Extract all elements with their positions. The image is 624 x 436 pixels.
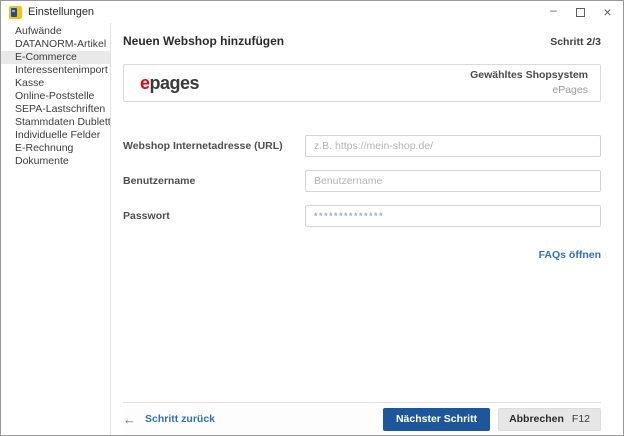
url-field-label: Webshop Internetadresse (URL): [123, 140, 283, 152]
username-input[interactable]: [305, 170, 601, 192]
left-arrow-icon: ←: [123, 411, 136, 427]
epages-logo: epages: [140, 73, 200, 93]
maximize-button[interactable]: [567, 1, 594, 23]
app-icon: [9, 5, 22, 19]
epages-logo-rest: pages: [149, 73, 200, 93]
sidebar-item-individuelle-felder[interactable]: Individuelle Felder: [1, 129, 110, 142]
sidebar-item-stammdaten-dubletten[interactable]: Stammdaten Dubletten: [1, 116, 110, 129]
page-title: Neuen Webshop hinzufügen: [123, 34, 285, 48]
form-row-url: Webshop Internetadresse (URL): [123, 135, 601, 157]
maximize-icon: [576, 7, 585, 17]
step-indicator: Schritt 2/3: [550, 36, 601, 48]
epages-logo-e: e: [140, 73, 150, 93]
back-step-link[interactable]: ← Schritt zurück: [123, 413, 215, 426]
window-title: Einstellungen: [28, 6, 95, 18]
sidebar-item-interessentenimport[interactable]: Interessentenimport: [1, 64, 110, 77]
sidebar-item-sepa-lastschriften[interactable]: SEPA-Lastschriften: [1, 103, 110, 116]
selected-shopsystem-value: ePages: [552, 83, 588, 96]
close-button[interactable]: ×: [594, 1, 621, 23]
back-step-label: Schritt zurück: [145, 413, 216, 425]
sidebar-item-datanorm-artikel[interactable]: DATANORM-Artikel: [1, 38, 110, 51]
minimize-button[interactable]: –: [540, 1, 567, 23]
wizard-footer: ← Schritt zurück Nächster Schritt Abbrec…: [123, 402, 601, 435]
sidebar-item-online-poststelle[interactable]: Online-Poststelle: [1, 90, 110, 103]
selected-shopsystem-label: Gewähltes Shopsystem: [470, 69, 588, 82]
faq-link[interactable]: FAQs öffnen: [539, 249, 601, 261]
sidebar-item-dokumente[interactable]: Dokumente: [1, 155, 110, 168]
settings-sidebar: Aufwände DATANORM-Artikel E-Commerce Int…: [1, 23, 111, 435]
main-panel: Neuen Webshop hinzufügen Schritt 2/3 epa…: [111, 23, 623, 435]
password-input[interactable]: [305, 205, 601, 227]
sidebar-item-e-commerce[interactable]: E-Commerce: [1, 51, 110, 64]
url-input[interactable]: [305, 135, 601, 157]
settings-window: Einstellungen – × Aufwände DATANORM-Arti…: [0, 0, 624, 436]
title-bar: Einstellungen – ×: [1, 1, 623, 23]
close-icon: ×: [603, 4, 612, 20]
webshop-form: Webshop Internetadresse (URL) Benutzerna…: [123, 135, 601, 240]
cancel-button-label: Abbrechen: [509, 413, 564, 425]
shopsystem-card: epages Gewähltes Shopsystem ePages: [123, 64, 601, 102]
username-field-label: Benutzername: [123, 175, 196, 187]
password-field-label: Passwort: [123, 210, 170, 222]
form-row-password: Passwort: [123, 205, 601, 227]
sidebar-item-kasse[interactable]: Kasse: [1, 77, 110, 90]
cancel-shortcut-label: F12: [571, 413, 590, 425]
next-step-button[interactable]: Nächster Schritt: [382, 407, 491, 431]
cancel-button[interactable]: Abbrechen F12: [498, 407, 601, 431]
minimize-icon: –: [550, 3, 557, 17]
sidebar-item-e-rechnung[interactable]: E-Rechnung: [1, 142, 110, 155]
sidebar-item-aufwaende[interactable]: Aufwände: [1, 25, 110, 38]
form-row-username: Benutzername: [123, 170, 601, 192]
